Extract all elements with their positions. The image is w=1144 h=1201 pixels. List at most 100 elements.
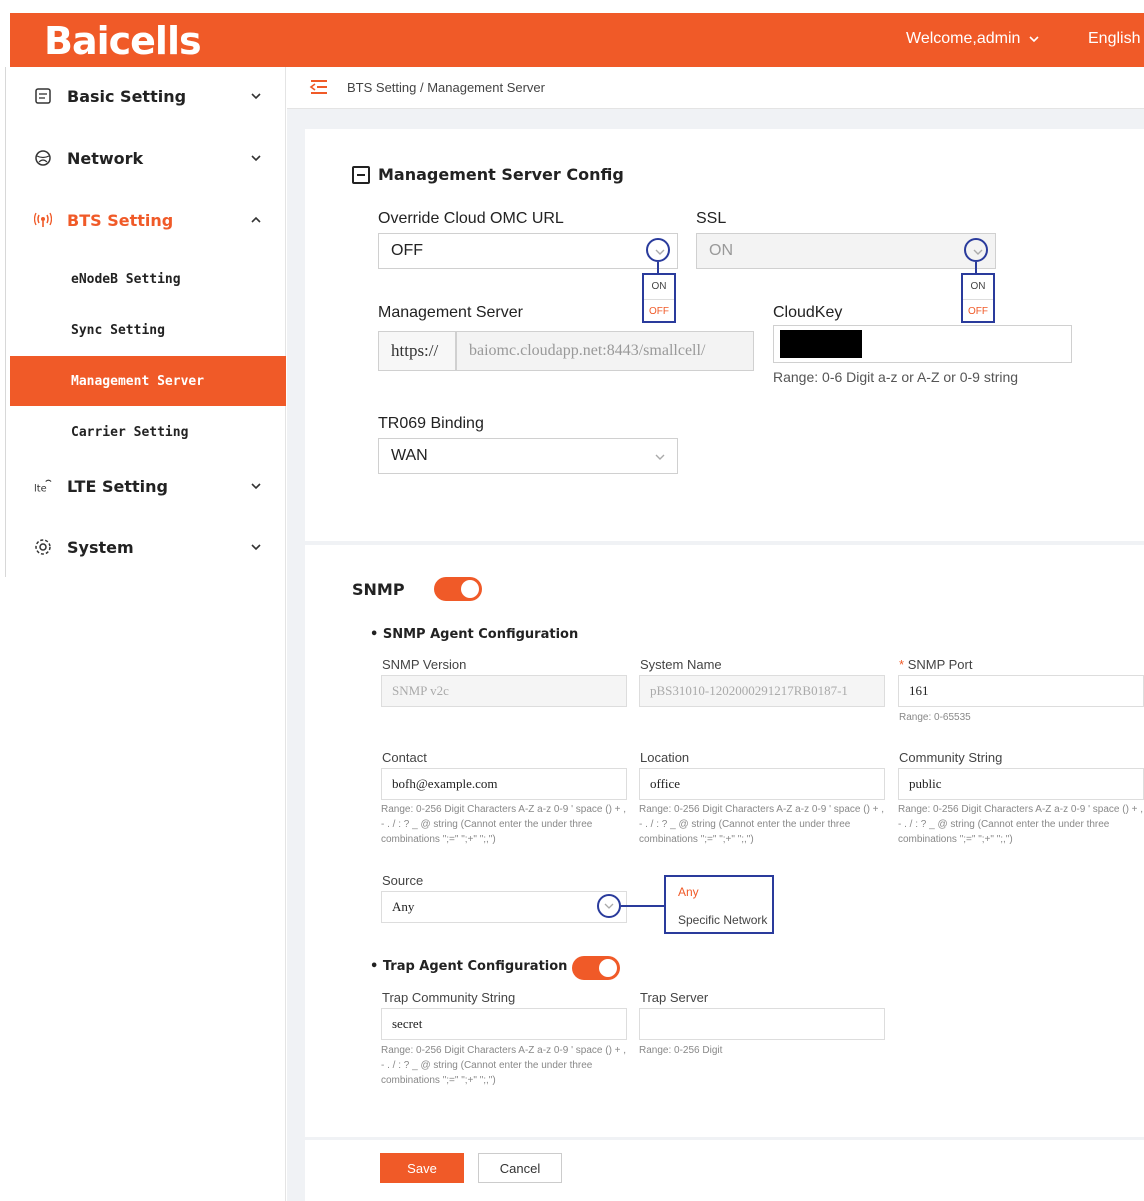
sidebar-item-bts-setting[interactable]: BTS Setting	[10, 200, 286, 240]
welcome-text: Welcome,admin	[906, 30, 1021, 47]
globe-icon	[34, 149, 52, 167]
sidebar-item-system[interactable]: System	[10, 527, 286, 567]
option-specific-network[interactable]: Specific Network	[678, 913, 767, 927]
source-label: Source	[382, 873, 424, 888]
annotation-circle	[597, 894, 621, 918]
sidebar-item-label: Basic Setting	[67, 86, 187, 106]
override-value: OFF	[391, 242, 423, 259]
option-off[interactable]: OFF	[644, 300, 674, 324]
contact-label: Contact	[382, 750, 427, 765]
breadcrumb: BTS Setting / Management Server	[347, 80, 545, 95]
trap-agent-title: • Trap Agent Configuration	[370, 959, 568, 974]
ssl-value: ON	[709, 242, 733, 259]
cloudkey-label: CloudKey	[773, 304, 843, 321]
override-label: Override Cloud OMC URL	[378, 210, 564, 227]
location-input[interactable]: office	[639, 768, 885, 800]
sidebar-subitem-label: Sync Setting	[71, 322, 165, 338]
sidebar-item-label: BTS Setting	[67, 210, 174, 230]
trap-community-input[interactable]: secret	[381, 1008, 627, 1040]
chevron-down-icon	[251, 93, 261, 100]
trap-agent-title-text: Trap Agent Configuration	[382, 959, 568, 974]
option-any[interactable]: Any	[678, 885, 699, 899]
server-url-input[interactable]: baiomc.cloudapp.net:8443/smallcell/	[456, 331, 754, 371]
language-selector[interactable]: English	[1088, 30, 1140, 48]
breadcrumb-bar: BTS Setting / Management Server	[287, 67, 1144, 109]
trap-server-label: Trap Server	[640, 990, 709, 1005]
sidebar-subitem-sync-setting[interactable]: Sync Setting	[10, 305, 286, 355]
snmp-port-label: * SNMP Port	[899, 657, 972, 672]
server-label: Management Server	[378, 304, 523, 321]
snmp-toggle[interactable]	[434, 577, 482, 601]
option-on[interactable]: ON	[963, 275, 993, 300]
override-options-popup: ON OFF	[642, 273, 676, 323]
annotation-circle	[964, 238, 988, 262]
option-off[interactable]: OFF	[963, 300, 993, 324]
cloudkey-input[interactable]	[773, 325, 1072, 363]
page-edge	[5, 67, 6, 577]
sidebar-subitem-label: eNodeB Setting	[71, 271, 181, 287]
trap-toggle[interactable]	[572, 956, 620, 980]
sidebar: Basic Setting Network BTS Setting eNodeB…	[10, 67, 286, 1201]
community-input[interactable]: public	[898, 768, 1144, 800]
snmp-agent-title-text: SNMP Agent Configuration	[382, 627, 579, 642]
override-select[interactable]: OFF	[378, 233, 678, 269]
save-button[interactable]: Save	[380, 1153, 464, 1183]
sidebar-item-network[interactable]: Network	[10, 138, 286, 178]
tr069-value: WAN	[391, 447, 428, 464]
sidebar-item-label: LTE Setting	[67, 476, 168, 496]
ssl-select[interactable]: ON	[696, 233, 996, 269]
section-title-text: Management Server Config	[378, 165, 624, 184]
required-mark: *	[899, 657, 905, 672]
sidebar-item-label: System	[67, 537, 134, 557]
source-options-popup: Any Specific Network	[664, 875, 774, 934]
trap-server-input[interactable]	[639, 1008, 885, 1040]
cancel-button[interactable]: Cancel	[478, 1153, 562, 1183]
snmp-port-label-text: SNMP Port	[907, 657, 973, 672]
snmp-agent-title: • SNMP Agent Configuration	[370, 627, 579, 642]
contact-hint: Range: 0-256 Digit Characters A-Z a-z 0-…	[381, 804, 627, 845]
chevron-down-icon	[1029, 36, 1039, 43]
snmp-version-label: SNMP Version	[382, 657, 467, 672]
sidebar-subitem-enodeb-setting[interactable]: eNodeB Setting	[10, 254, 286, 304]
document-icon	[34, 87, 52, 105]
redacted-block	[780, 330, 862, 358]
cloudkey-hint: Range: 0-6 Digit a-z or A-Z or 0-9 strin…	[773, 369, 1019, 385]
trap-community-hint: Range: 0-256 Digit Characters A-Z a-z 0-…	[381, 1045, 627, 1086]
ssl-label: SSL	[696, 210, 727, 227]
sidebar-item-label: Network	[67, 148, 144, 168]
chevron-up-icon	[251, 216, 261, 223]
snmp-version-field[interactable]: SNMP v2c	[381, 675, 627, 707]
sidebar-item-lte-setting[interactable]: lte LTE Setting	[10, 466, 286, 506]
option-on[interactable]: ON	[644, 275, 674, 300]
collapse-icon[interactable]	[352, 165, 370, 184]
snmp-port-input[interactable]: 161	[898, 675, 1144, 707]
community-label: Community String	[899, 750, 1003, 765]
sidebar-subitem-management-server[interactable]: Management Server	[10, 356, 286, 406]
tr069-select[interactable]: WAN	[378, 438, 678, 474]
chevron-down-icon	[604, 903, 614, 909]
sidebar-subitem-label: Management Server	[71, 373, 205, 389]
lte-icon: lte	[34, 477, 52, 495]
chevron-down-icon	[251, 155, 261, 162]
source-select[interactable]: Any	[381, 891, 627, 923]
sidebar-subitem-label: Carrier Setting	[71, 424, 189, 440]
section-title[interactable]: Management Server Config	[352, 165, 624, 184]
location-hint: Range: 0-256 Digit Characters A-Z a-z 0-…	[639, 804, 885, 845]
snmp-port-hint: Range: 0-65535	[899, 712, 971, 723]
sidebar-item-basic-setting[interactable]: Basic Setting	[10, 76, 286, 116]
chevron-down-icon	[251, 544, 261, 551]
location-label: Location	[640, 750, 690, 765]
antenna-icon	[34, 211, 52, 229]
system-name-field[interactable]: pBS31010-1202000291217RB0187-1	[639, 675, 885, 707]
ssl-options-popup: ON OFF	[961, 273, 995, 323]
snmp-title: SNMP	[352, 580, 405, 599]
top-header: Baicells Welcome,admin English	[10, 13, 1144, 67]
tr069-label: TR069 Binding	[378, 415, 484, 432]
chevron-down-icon	[655, 454, 665, 460]
chevron-down-icon	[251, 483, 261, 490]
contact-input[interactable]: bofh@example.com	[381, 768, 627, 800]
user-menu[interactable]: Welcome,admin	[906, 30, 1040, 48]
sidebar-subitem-carrier-setting[interactable]: Carrier Setting	[10, 407, 286, 457]
menu-fold-icon[interactable]	[309, 79, 329, 95]
trap-server-hint: Range: 0-256 Digit	[639, 1045, 723, 1056]
